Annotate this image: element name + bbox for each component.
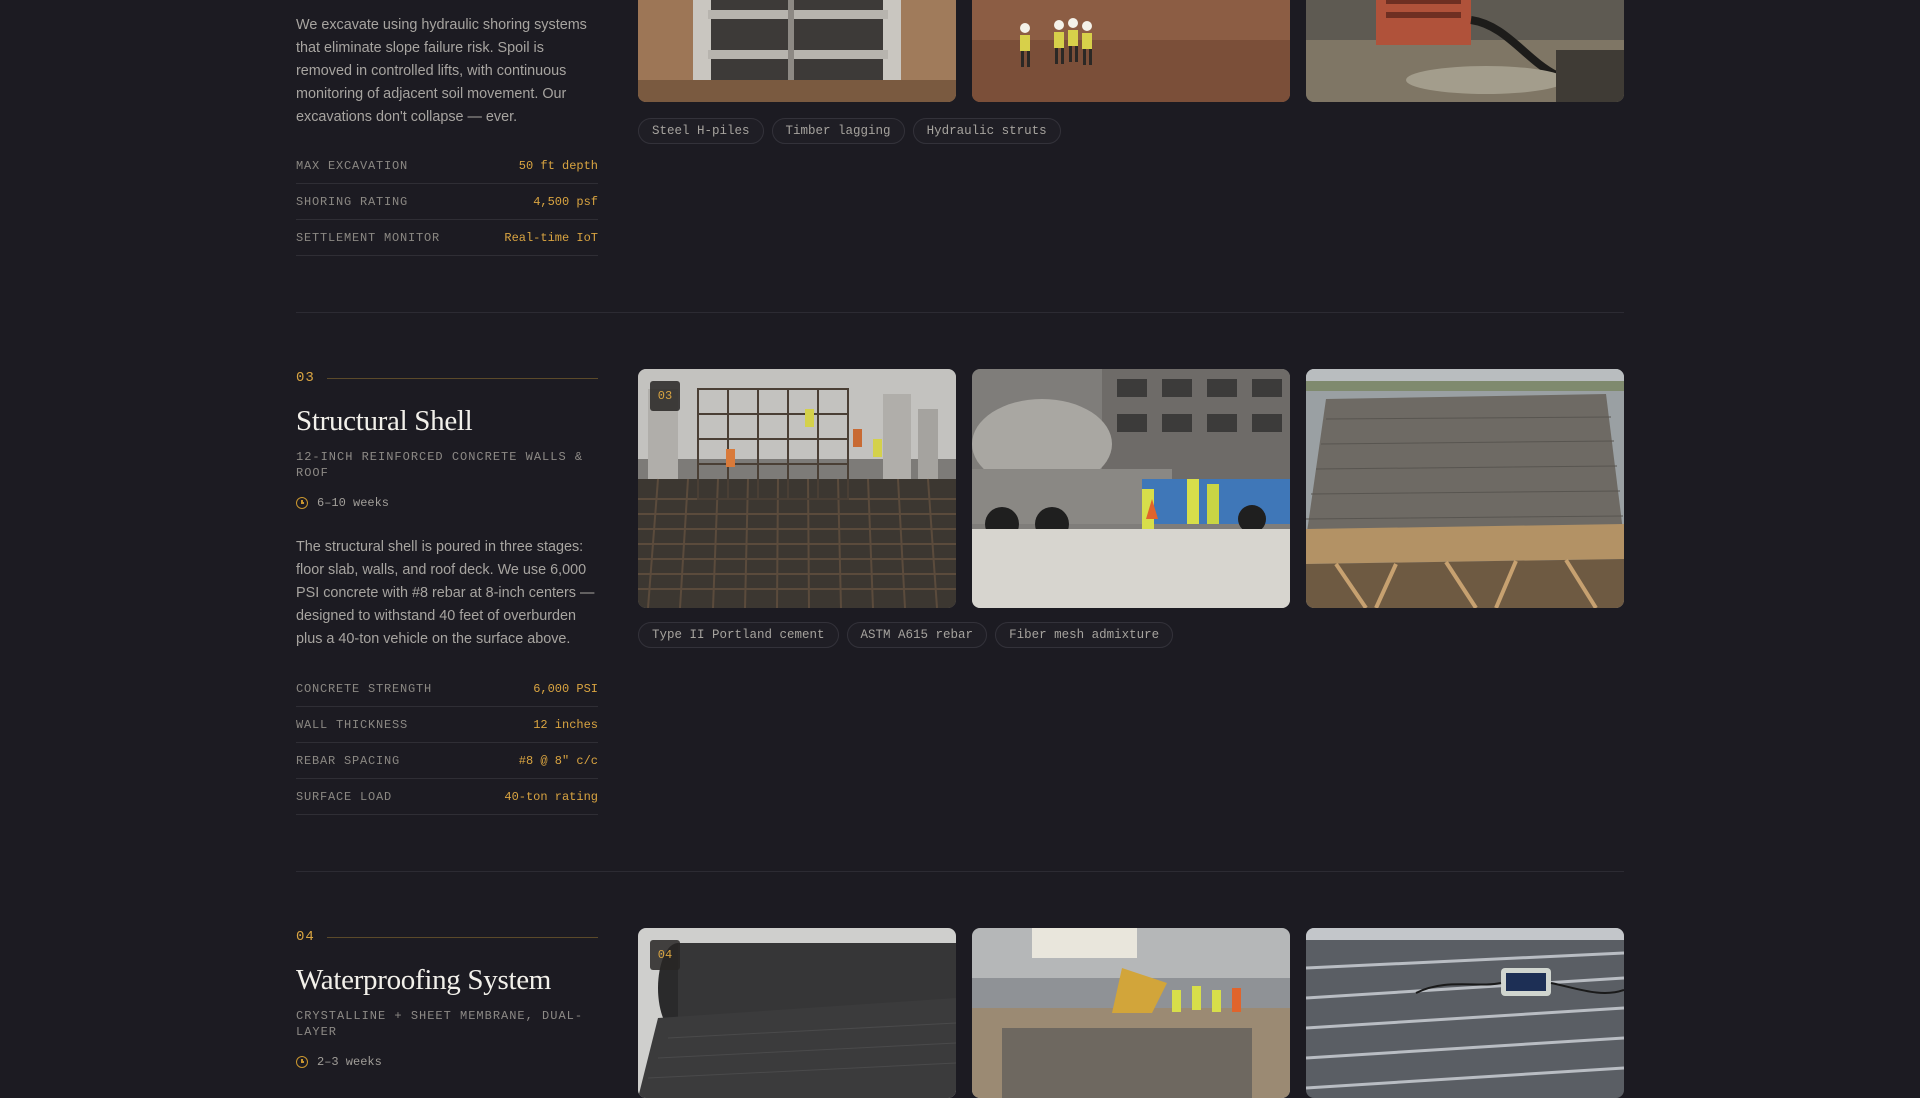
spec-row: SURFACE LOAD 40-ton rating xyxy=(296,779,598,815)
duration-text: 2–3 weeks xyxy=(317,1055,382,1069)
tag: Timber lagging xyxy=(771,118,905,144)
section-description: We excavate using hydraulic shoring syst… xyxy=(296,17,587,125)
spec-value: 12 inches xyxy=(533,717,598,732)
membrane-roll-photo[interactable]: 04 xyxy=(638,928,956,1098)
spec-row: SHORING RATING 4,500 psf xyxy=(296,184,598,220)
spec-label: CONCRETE STRENGTH xyxy=(296,681,433,696)
section-description: The structural shell is poured in three … xyxy=(296,539,595,647)
material-tags: Steel H-piles Timber lagging Hydraulic s… xyxy=(638,118,1061,144)
spec-label: SHORING RATING xyxy=(296,194,409,209)
spec-row: MAX EXCAVATION 50 ft depth xyxy=(296,148,598,184)
shoring-frame-photo[interactable] xyxy=(638,0,956,102)
material-tags: Type II Portland cement ASTM A615 rebar … xyxy=(638,622,1174,648)
section-structural-shell: 03 Structural Shell 12-INCH REINFORCED C… xyxy=(296,369,1624,829)
section-title: Waterproofing System xyxy=(296,964,552,996)
spec-label: SURFACE LOAD xyxy=(296,789,393,804)
spec-row: REBAR SPACING #8 @ 8" c/c xyxy=(296,743,598,779)
site-inspection-photo[interactable] xyxy=(972,928,1290,1098)
spec-list: CONCRETE STRENGTH 6,000 PSI WALL THICKNE… xyxy=(296,671,598,815)
step-badge: 03 xyxy=(650,381,680,411)
section-number: 04 xyxy=(296,929,315,945)
spec-value: 6,000 PSI xyxy=(533,681,598,696)
concrete-truck-photo[interactable] xyxy=(972,369,1290,608)
section-subtitle: CRYSTALLINE + SHEET MEMBRANE, DUAL-LAYER xyxy=(296,1009,584,1039)
tag: Steel H-piles xyxy=(638,118,764,144)
roof-deck-formwork-photo[interactable] xyxy=(1306,369,1624,608)
section-divider xyxy=(296,871,1624,872)
section-divider xyxy=(296,312,1624,313)
spec-value: #8 @ 8" c/c xyxy=(518,753,598,768)
step-badge: 04 xyxy=(650,940,680,970)
duration: 2–3 weeks xyxy=(296,1055,382,1069)
rebar-cage-photo[interactable]: 03 xyxy=(638,369,956,608)
tag: Fiber mesh admixture xyxy=(995,622,1174,648)
spec-list: MAX EXCAVATION 50 ft depth SHORING RATIN… xyxy=(296,148,598,256)
leak-test-photo[interactable] xyxy=(1306,928,1624,1098)
page: We excavate using hydraulic shoring syst… xyxy=(0,0,1920,1098)
spec-label: SETTLEMENT MONITOR xyxy=(296,230,441,245)
spec-label: MAX EXCAVATION xyxy=(296,158,409,173)
section-number-row: 04 xyxy=(296,928,598,946)
duration-text: 6–10 weeks xyxy=(317,496,390,510)
spec-value: 4,500 psf xyxy=(533,194,598,209)
tag: Type II Portland cement xyxy=(638,622,839,648)
spec-row: WALL THICKNESS 12 inches xyxy=(296,707,598,743)
site-crew-photo[interactable] xyxy=(972,0,1290,102)
number-rule xyxy=(326,936,598,938)
tag: ASTM A615 rebar xyxy=(846,622,988,648)
section-excavation: We excavate using hydraulic shoring syst… xyxy=(296,0,1624,312)
spec-value: 50 ft depth xyxy=(518,158,598,173)
tag: Hydraulic struts xyxy=(912,118,1061,144)
spec-row: SETTLEMENT MONITOR Real-time IoT xyxy=(296,220,598,256)
section-title: Structural Shell xyxy=(296,405,473,437)
duration: 6–10 weeks xyxy=(296,496,389,510)
spec-row: CONCRETE STRENGTH 6,000 PSI xyxy=(296,671,598,707)
section-subtitle: 12-INCH REINFORCED CONCRETE WALLS & ROOF xyxy=(296,450,584,480)
spec-label: REBAR SPACING xyxy=(296,753,401,768)
section-number: 03 xyxy=(296,370,315,386)
spec-value: Real-time IoT xyxy=(504,230,598,245)
spec-value: 40-ton rating xyxy=(504,789,598,804)
dewatering-pump-photo[interactable] xyxy=(1306,0,1624,102)
clock-icon xyxy=(296,1056,308,1068)
section-waterproofing: 04 Waterproofing System CRYSTALLINE + SH… xyxy=(296,928,1624,1098)
number-rule xyxy=(326,377,598,379)
clock-icon xyxy=(296,497,308,509)
spec-label: WALL THICKNESS xyxy=(296,717,409,732)
section-number-row: 03 xyxy=(296,369,598,387)
